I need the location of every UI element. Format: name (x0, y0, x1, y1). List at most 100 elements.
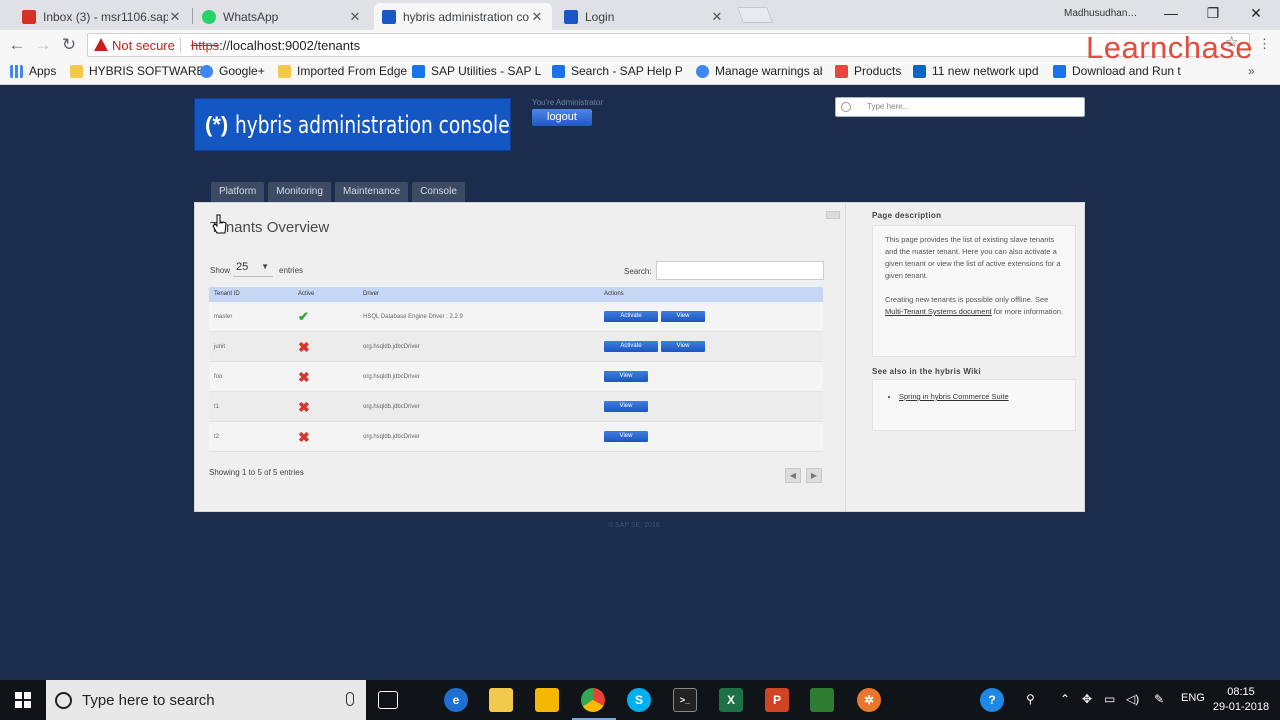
notepad-icon[interactable] (810, 688, 834, 712)
wiki-box: Spring in hybris Commerce Suite (872, 379, 1076, 431)
back-icon[interactable]: ← (6, 34, 28, 56)
minimize-icon[interactable]: — (1161, 5, 1181, 21)
row-actions: Activate View (599, 332, 823, 361)
close-icon[interactable]: ✕ (530, 9, 544, 25)
logo-mark: (*) (205, 111, 229, 137)
tab-monitoring[interactable]: Monitoring (268, 182, 331, 202)
bookmark-apps[interactable]: Apps (10, 64, 56, 78)
file-explorer-icon[interactable] (489, 688, 513, 712)
table-row: t2 ✖ org.hsqldb.jdbcDriver View (209, 422, 823, 452)
tab-platform[interactable]: Platform (211, 182, 265, 202)
settings-gear-icon[interactable]: ✲ (857, 688, 881, 712)
bookmark-label: HYBRIS SOFTWARE (89, 64, 205, 78)
table-search-input[interactable] (656, 261, 824, 280)
volume-icon[interactable]: ◁) (1126, 692, 1139, 706)
windows-taskbar: Type here to search e S >_ X P ✲ ? ⚲ ⌃ ✥… (0, 680, 1280, 720)
bookmark-sap-help[interactable]: Search - SAP Help Po (552, 64, 682, 78)
view-button[interactable]: View (604, 401, 648, 412)
powerpoint-icon[interactable]: P (765, 688, 789, 712)
chrome-icon[interactable] (581, 688, 605, 712)
admin-label: You're Administrator (532, 98, 604, 107)
collapse-icon[interactable] (826, 211, 840, 219)
bookmark-products[interactable]: Products (835, 64, 901, 78)
tenants-table: Tenant ID Active Driver Actions master ✔… (209, 287, 823, 452)
multi-tenant-doc-link[interactable]: Multi-Tenant Systems document (885, 307, 992, 316)
help-icon[interactable]: ? (980, 688, 1004, 712)
security-label[interactable]: Not secure (112, 38, 175, 53)
edge-icon[interactable]: e (444, 688, 468, 712)
system-clock[interactable]: 08:15 29-01-2018 (1206, 685, 1276, 715)
chevron-up-icon[interactable]: ⌃ (1060, 692, 1070, 706)
bookmark-star-icon[interactable]: ☆ (1225, 33, 1238, 51)
close-icon[interactable]: ✕ (348, 9, 362, 25)
sticky-folder-icon[interactable] (535, 688, 559, 712)
bookmark-manage-warnings[interactable]: Manage warnings ab (696, 64, 822, 78)
activate-button[interactable]: Activate (604, 311, 658, 322)
description-box: This page provides the list of existing … (872, 225, 1076, 357)
hybris-logo[interactable]: (*) hybris administration console (194, 98, 511, 151)
dropbox-icon[interactable]: ✥ (1082, 692, 1092, 706)
close-window-icon[interactable]: ✕ (1246, 5, 1266, 22)
tab-login[interactable]: Login ✕ (556, 3, 732, 30)
forward-icon[interactable]: → (32, 34, 54, 56)
logout-button[interactable]: logout (532, 109, 592, 126)
tab-inbox[interactable]: Inbox (3) - msr1106.sap@ ✕ (14, 3, 190, 30)
bookmark-download-run[interactable]: Download and Run t (1053, 64, 1183, 78)
url-text[interactable]: https://localhost:9002/tenants (191, 38, 360, 53)
profile-name[interactable]: Madhusudhan… (1064, 8, 1137, 19)
people-icon[interactable]: ⚲ (1026, 692, 1035, 706)
view-button[interactable]: View (661, 341, 705, 352)
column-header-tenant-id[interactable]: Tenant ID (209, 287, 293, 302)
task-view-icon[interactable] (378, 691, 398, 709)
bookmark-hybris-software[interactable]: HYBRIS SOFTWARE (70, 64, 205, 78)
view-button[interactable]: View (604, 431, 648, 442)
google-icon (696, 64, 709, 78)
entries-select[interactable]: 25 ▼ (233, 261, 273, 277)
bookmark-label: Search - SAP Help Po (571, 64, 682, 78)
tab-hybris-admin[interactable]: hybris administration co ✕ (374, 3, 552, 30)
bookmark-sap-utilities[interactable]: SAP Utilities - SAP Li (412, 64, 542, 78)
bookmark-label: Google+ (219, 64, 265, 78)
sap-icon (552, 64, 565, 78)
tenant-id: master (214, 314, 233, 320)
tab-separator (192, 8, 193, 24)
terminal-icon[interactable]: >_ (673, 688, 697, 712)
tab-whatsapp[interactable]: WhatsApp ✕ (194, 3, 370, 30)
column-header-driver[interactable]: Driver (358, 287, 599, 302)
microphone-icon[interactable] (346, 692, 354, 706)
tab-console[interactable]: Console (412, 182, 465, 202)
tab-title: Inbox (3) - msr1106.sap@ (43, 9, 168, 24)
activate-button[interactable]: Activate (604, 341, 658, 352)
new-tab-button[interactable] (737, 7, 773, 23)
bookmark-imported-from-edge[interactable]: Imported From Edge (278, 64, 407, 78)
view-button[interactable]: View (604, 371, 648, 382)
previous-page-button[interactable]: ◀ (785, 468, 801, 483)
bookmark-network-updates[interactable]: 11 new network upd (913, 64, 1043, 78)
address-bar[interactable]: Not secure https://localhost:9002/tenant… (87, 30, 1253, 65)
tab-maintenance[interactable]: Maintenance (334, 182, 409, 202)
start-button[interactable] (0, 680, 46, 720)
skype-icon[interactable]: S (627, 688, 651, 712)
pen-icon[interactable]: ✎ (1154, 692, 1164, 706)
tenant-id: junit (214, 344, 226, 350)
close-icon[interactable]: ✕ (710, 9, 724, 25)
description-text-post: for more information. (991, 307, 1063, 316)
restore-icon[interactable]: ❐ (1203, 5, 1223, 22)
global-search-input[interactable]: Type here... (835, 97, 1085, 117)
language-indicator[interactable]: ENG (1181, 692, 1205, 704)
column-header-actions[interactable]: Actions (599, 287, 823, 302)
reload-icon[interactable]: ↻ (58, 34, 80, 56)
next-page-button[interactable]: ▶ (806, 468, 822, 483)
menu-icon[interactable]: ⋮ (1258, 36, 1271, 52)
close-icon[interactable]: ✕ (168, 9, 182, 25)
windows-logo-icon (15, 692, 31, 708)
network-icon[interactable]: ▭ (1104, 692, 1115, 706)
wiki-link[interactable]: Spring in hybris Commerce Suite (899, 392, 1009, 401)
column-header-active[interactable]: Active (293, 287, 358, 302)
chevron-right-icon[interactable]: » (1248, 64, 1255, 78)
taskbar-search-input[interactable]: Type here to search (46, 680, 366, 720)
view-button[interactable]: View (661, 311, 705, 322)
bookmark-google-plus[interactable]: Google+ (200, 64, 265, 78)
show-label: Show (210, 266, 231, 275)
excel-icon[interactable]: X (719, 688, 743, 712)
